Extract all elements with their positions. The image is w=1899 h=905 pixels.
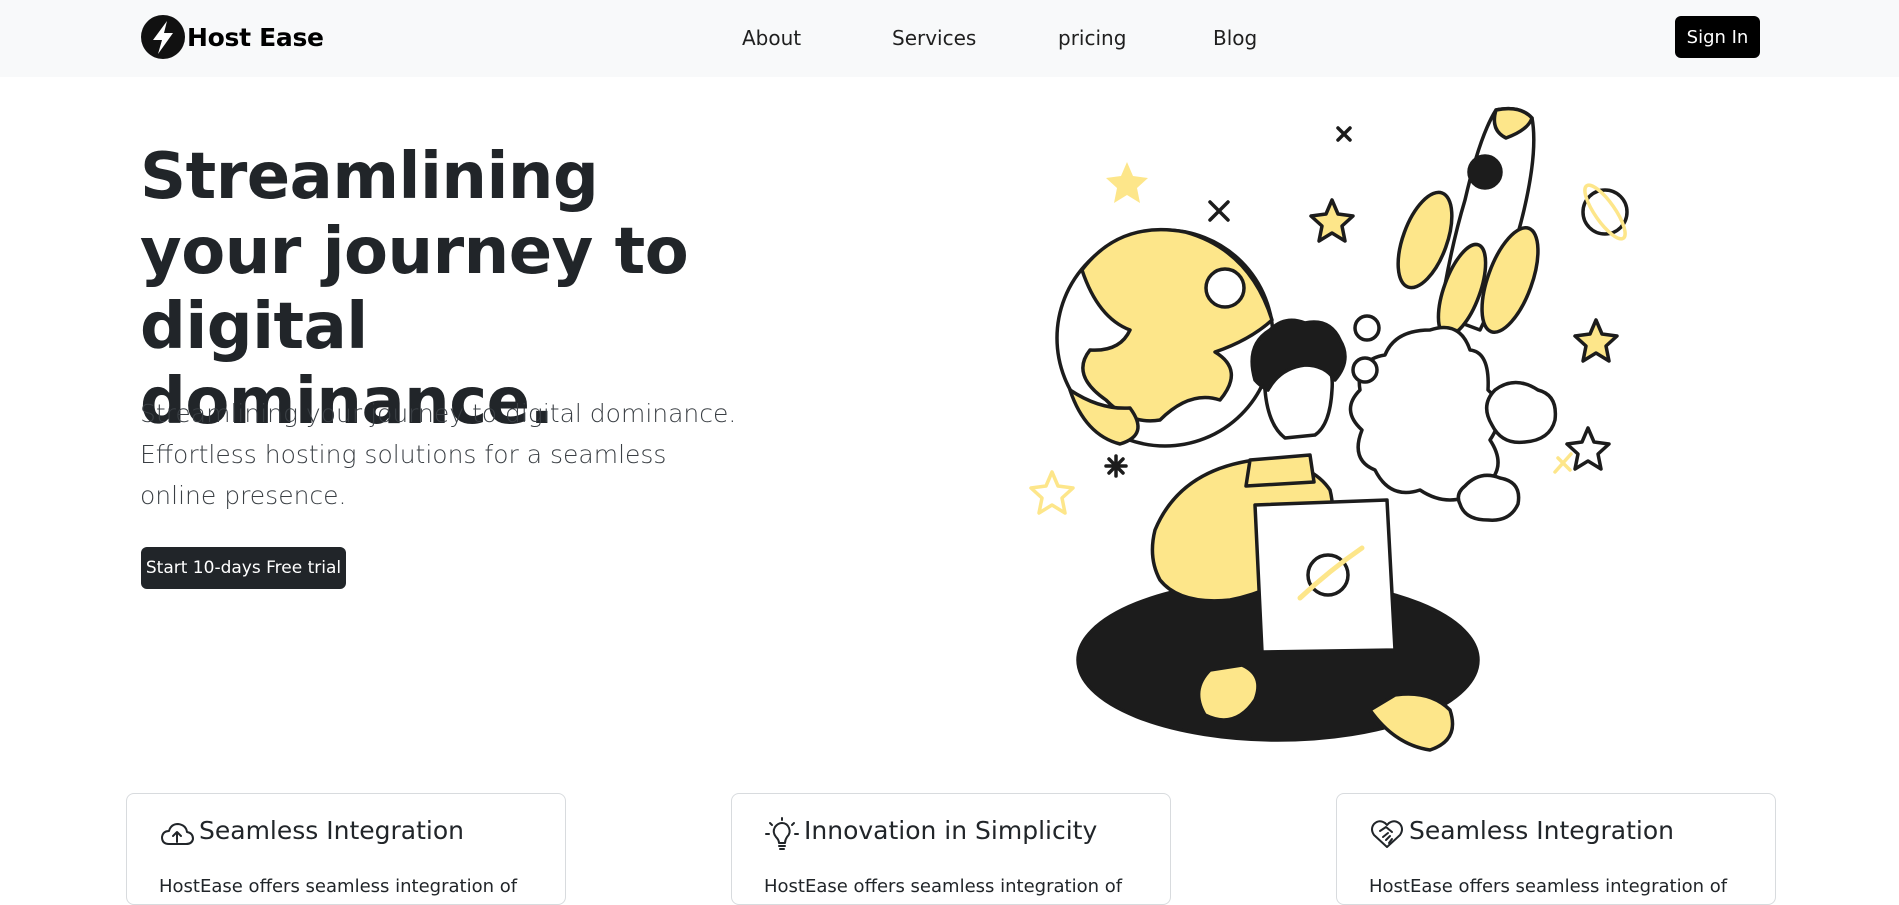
- feature-text: HostEase offers seamless integration of: [159, 876, 518, 897]
- brand-name: Host Ease: [187, 22, 324, 52]
- lightbulb-icon: [765, 817, 799, 850]
- nav-link-about[interactable]: About: [742, 26, 801, 50]
- navbar: Host Ease About Services pricing Blog Si…: [0, 0, 1899, 77]
- nav-link-services[interactable]: Services: [892, 26, 976, 50]
- lightning-bolt-icon: [141, 15, 185, 59]
- feature-text: HostEase offers seamless integration of: [1369, 876, 1728, 897]
- brand-link[interactable]: Host Ease: [140, 14, 324, 60]
- feature-title: Seamless Integration: [1409, 816, 1675, 845]
- nav-link-pricing[interactable]: pricing: [1058, 26, 1126, 50]
- nav-link-blog[interactable]: Blog: [1213, 26, 1257, 50]
- smoke-clouds: [1348, 314, 1558, 522]
- heart-handshake-icon: [1371, 820, 1403, 848]
- planet-shape: [1055, 227, 1275, 448]
- feature-card: Seamless Integration HostEase offers sea…: [126, 793, 566, 905]
- cloud-upload-icon: [161, 823, 194, 845]
- hero-illustration: [1029, 106, 1629, 752]
- feature-card: Seamless Integration HostEase offers sea…: [1336, 793, 1776, 905]
- free-trial-button[interactable]: Start 10-days Free trial: [141, 547, 346, 589]
- feature-title: Innovation in Simplicity: [804, 816, 1098, 845]
- feature-title: Seamless Integration: [199, 816, 465, 845]
- hero-lead: Streamlining your journey to digital dom…: [140, 399, 737, 510]
- feature-text: HostEase offers seamless integration of: [764, 876, 1123, 897]
- rocket-shape: [1396, 106, 1540, 338]
- sign-in-button[interactable]: Sign In: [1675, 16, 1760, 58]
- feature-card: Innovation in Simplicity HostEase offers…: [731, 793, 1171, 905]
